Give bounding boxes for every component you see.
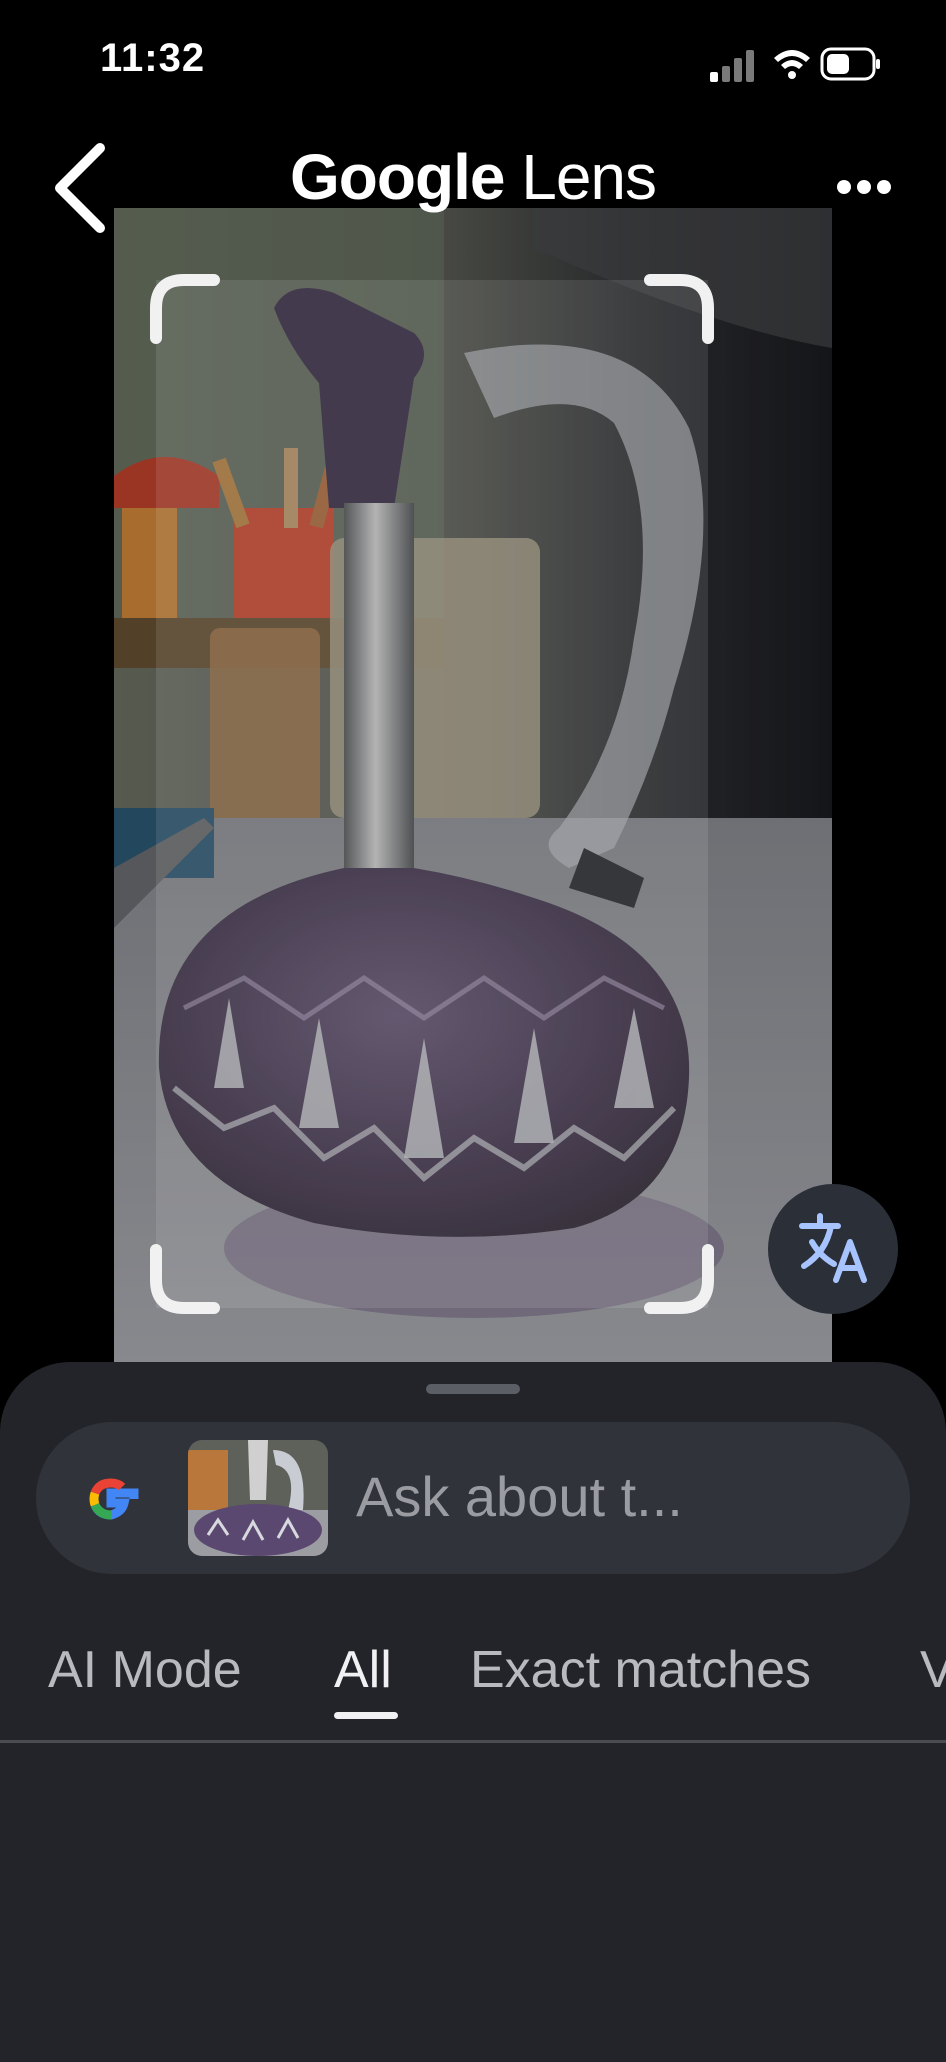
status-icons xyxy=(682,44,882,84)
wifi-icon xyxy=(774,50,810,79)
tab-ai-mode[interactable]: AI Mode xyxy=(48,1640,242,1700)
tab-all[interactable]: All xyxy=(334,1640,392,1700)
camera-preview[interactable] xyxy=(114,208,832,1363)
translate-button[interactable] xyxy=(768,1184,898,1314)
status-bar: 11:32 xyxy=(0,0,946,120)
results-sheet: Ask about t... AI Mode All Exact matches… xyxy=(0,1362,946,2062)
more-options-button[interactable] xyxy=(834,162,894,212)
status-time: 11:32 xyxy=(100,36,206,80)
signal-icon xyxy=(710,50,754,82)
selected-image-thumbnail[interactable] xyxy=(188,1440,328,1556)
search-placeholder: Ask about t... xyxy=(356,1465,683,1528)
battery-icon xyxy=(820,47,880,81)
tab-exact-matches[interactable]: Exact matches xyxy=(470,1640,811,1700)
active-tab-indicator xyxy=(334,1712,398,1719)
more-horizontal-icon xyxy=(837,180,891,194)
tab-bar: AI Mode All Exact matches V xyxy=(0,1640,946,1722)
page-title: Google Lens xyxy=(0,140,946,214)
header: Google Lens xyxy=(0,130,946,240)
drag-handle[interactable] xyxy=(426,1384,520,1394)
divider xyxy=(0,1740,946,1743)
google-g-icon xyxy=(78,1466,144,1532)
tab-visual-matches[interactable]: V xyxy=(920,1640,946,1700)
title-brand: Google xyxy=(290,141,505,213)
title-product: Lens xyxy=(521,141,657,213)
search-bar[interactable]: Ask about t... xyxy=(36,1422,910,1574)
translate-icon xyxy=(799,1213,867,1283)
